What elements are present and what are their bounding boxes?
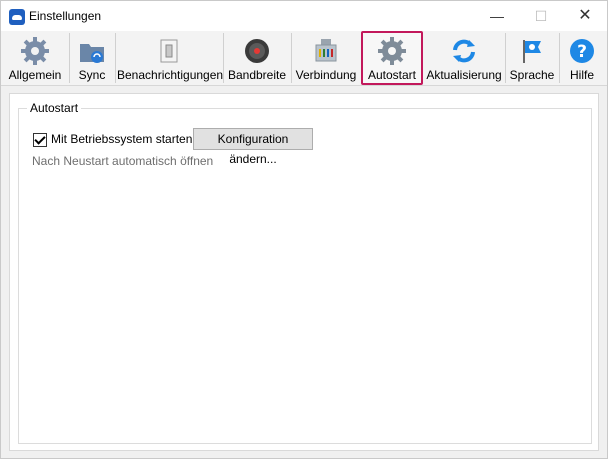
svg-text:?: ? [577,42,587,62]
gear-icon [21,37,49,65]
tab-label: Aktualisierung [426,68,502,82]
tab-sync[interactable]: Sync [71,31,113,85]
tab-label: Bandbreite [227,68,287,82]
title-bar: Einstellungen — ☐ ✕ [1,1,607,31]
minimize-button[interactable]: — [475,1,519,31]
tab-label: Sync [78,68,106,82]
tab-label: Benachrichtigungen [117,68,224,82]
tab-verbindung[interactable]: Verbindung [293,31,359,85]
gear-icon [378,37,406,65]
flag-icon [523,40,541,63]
toolbar-divider [223,33,224,83]
start-with-os-checkbox[interactable] [33,133,47,147]
tab-label: Autostart [367,68,417,82]
tab-label: Sprache [509,68,555,82]
network-connector-icon [315,39,337,62]
toggle-switch-icon [160,39,178,63]
toolbar-divider [559,33,560,83]
toolbar-divider [505,33,506,83]
autostart-group: Autostart Mit Betriebssystem starten Kon… [18,101,592,444]
cloud-app-icon [9,9,25,25]
sync-folder-icon [80,44,104,63]
tab-label: Verbindung [295,68,357,82]
help-icon: ? [570,39,594,63]
maximize-button[interactable]: ☐ [519,1,563,31]
toolbar-divider [291,33,292,83]
tab-aktualisierung[interactable]: Aktualisierung [425,31,503,85]
settings-window: Einstellungen — ☐ ✕ Allgemein Sync Benac… [0,0,608,459]
group-title: Autostart [27,101,82,115]
refresh-icon [453,39,475,63]
tab-benachrichtigungen[interactable]: Benachrichtigungen [117,31,224,85]
tab-sprache[interactable]: Sprache [507,31,557,85]
toolbar-divider [115,33,116,83]
tab-allgemein[interactable]: Allgemein [3,31,67,85]
toolbar-divider [69,33,70,83]
gauge-icon [245,39,269,63]
tab-label: Hilfe [569,68,594,82]
tab-hilfe[interactable]: ? Hilfe [561,31,603,85]
change-configuration-button[interactable]: Konfiguration ändern... [193,128,313,166]
start-with-os-label[interactable]: Mit Betriebssystem starten [51,132,192,146]
tab-bandbreite[interactable]: Bandbreite [225,31,289,85]
window-title: Einstellungen [29,9,102,23]
settings-toolbar: Allgemein Sync Benachrichtigungen Bandbr… [1,31,607,86]
tab-label: Allgemein [8,68,62,82]
close-button[interactable]: ✕ [563,1,607,31]
settings-content: Autostart Mit Betriebssystem starten Kon… [9,93,599,451]
restart-hint-text: Nach Neustart automatisch öffnen [32,154,214,168]
tab-autostart[interactable]: Autostart [361,31,423,85]
